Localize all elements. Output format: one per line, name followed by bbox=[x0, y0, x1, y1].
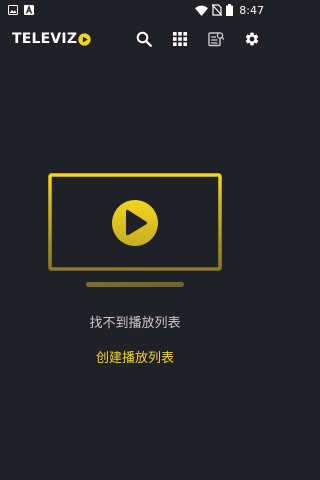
no-sim-icon bbox=[212, 4, 223, 16]
settings-button[interactable] bbox=[242, 29, 262, 49]
create-playlist-button[interactable]: 创建播放列表 bbox=[60, 348, 210, 370]
logo-play-icon bbox=[78, 32, 91, 46]
epg-guide-button[interactable] bbox=[206, 29, 226, 49]
status-system: 8:47 bbox=[195, 4, 264, 17]
televizo-logo: TELEVIZ bbox=[12, 30, 91, 48]
a-notification-icon bbox=[24, 5, 34, 15]
tv-illustration bbox=[48, 173, 222, 287]
tv-stand bbox=[86, 282, 184, 287]
wifi-icon bbox=[195, 5, 209, 16]
tv-play-icon bbox=[112, 200, 158, 246]
logo-text: TELEVIZ bbox=[12, 31, 78, 47]
app-bar: TELEVIZ bbox=[0, 20, 270, 58]
settings-gear-icon bbox=[245, 32, 259, 46]
status-notifications bbox=[8, 5, 34, 15]
grid-view-button[interactable] bbox=[170, 29, 190, 49]
status-bar: 8:47 bbox=[0, 0, 270, 20]
search-button[interactable] bbox=[134, 29, 154, 49]
app-screen: 8:47 TELEVIZ 找不到播放列表 创建播放列表 bbox=[0, 0, 270, 480]
battery-icon bbox=[226, 4, 234, 16]
empty-playlist-message: 找不到播放列表 bbox=[89, 316, 181, 331]
search-icon bbox=[136, 31, 152, 47]
status-time: 8:47 bbox=[239, 3, 264, 17]
grid-icon bbox=[173, 32, 187, 46]
epg-guide-icon bbox=[208, 32, 224, 47]
image-notification-icon bbox=[8, 5, 18, 15]
